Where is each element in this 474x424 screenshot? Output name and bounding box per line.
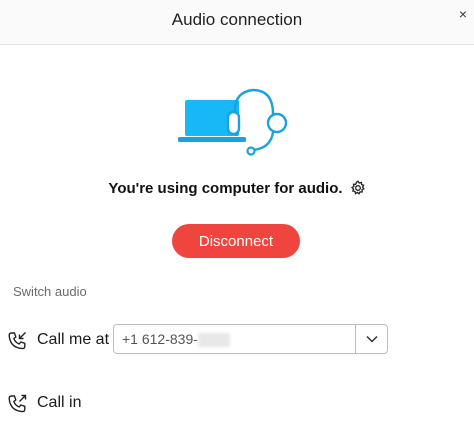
call-me-label[interactable]: Call me at	[37, 331, 109, 349]
dialog-header: Audio connection ×	[0, 0, 474, 45]
phone-incoming-icon	[8, 394, 27, 413]
redacted-digits	[198, 333, 230, 347]
phone-number-input[interactable]	[113, 324, 355, 354]
headset-band-shape	[233, 88, 275, 137]
headset-left-ear-shape	[226, 110, 241, 136]
close-icon[interactable]: ×	[456, 6, 470, 22]
country-code-dropdown[interactable]	[355, 324, 388, 354]
headset-mic-arm-shape	[252, 131, 275, 152]
headset-right-ear-shape	[266, 112, 288, 134]
call-in-label[interactable]: Call in	[37, 394, 81, 412]
phone-outgoing-icon	[8, 332, 26, 350]
audio-status-text: You're using computer for audio.	[108, 180, 343, 197]
switch-audio-label: Switch audio	[13, 284, 87, 299]
laptop-headset-icon	[178, 88, 288, 156]
disconnect-button[interactable]: Disconnect	[172, 224, 300, 258]
chevron-down-icon	[366, 335, 378, 343]
dialog-title: Audio connection	[171, 10, 303, 29]
gear-icon[interactable]	[350, 180, 366, 196]
headset-mic-shape	[246, 146, 256, 156]
audio-status: You're using computer for audio.	[0, 180, 474, 197]
laptop-base-shape	[178, 137, 246, 142]
